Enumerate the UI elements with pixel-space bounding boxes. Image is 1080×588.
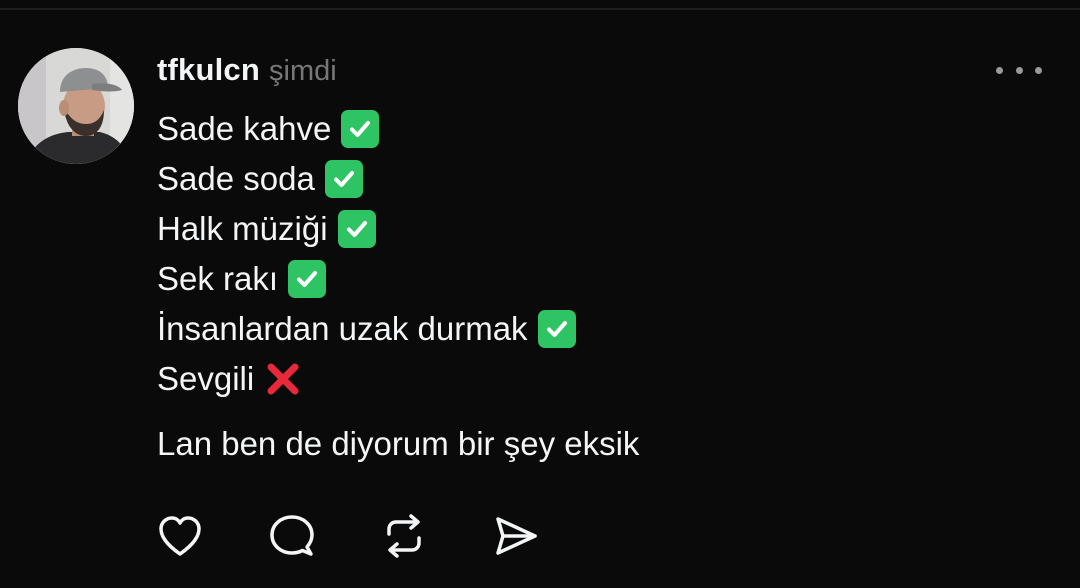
check-mark-button-icon — [324, 160, 363, 198]
list-item-text: Halk müziği — [157, 210, 328, 247]
timestamp: şimdi — [269, 55, 337, 87]
repost-icon — [387, 514, 421, 558]
send-icon — [496, 517, 537, 555]
profile-photo-icon — [18, 48, 134, 164]
list-item-text: Sade kahve — [157, 110, 332, 147]
more-options-icon — [996, 66, 1003, 74]
check-mark-button-icon — [337, 210, 376, 248]
top-divider — [0, 8, 1080, 10]
username[interactable]: tfkulcn — [157, 52, 260, 88]
list-item-text: Sade soda — [157, 160, 315, 197]
check-mark-button-icon — [341, 110, 380, 148]
more-options-dot — [1035, 66, 1042, 74]
check-mark-button-icon — [288, 260, 327, 298]
list-item: İnsanlardan uzak durmak — [157, 304, 1037, 354]
check-mark-button-icon — [537, 310, 576, 348]
post-body: Sade kahve Sade soda Halk müziği Sek rak… — [157, 104, 1037, 404]
list-item: Sade kahve — [157, 104, 1037, 154]
comment-button[interactable] — [269, 512, 381, 560]
closing-line: Lan ben de diyorum bir şey eksik — [157, 425, 640, 462]
list-item-text: İnsanlardan uzak durmak — [157, 310, 528, 347]
share-button[interactable] — [493, 512, 605, 560]
more-options-button[interactable] — [996, 56, 1042, 84]
list-item: Sade soda — [157, 154, 1037, 204]
post-actions — [157, 512, 605, 560]
heart-icon — [159, 516, 201, 556]
more-options-dot — [1015, 66, 1023, 74]
list-item: Halk müziği — [157, 204, 1037, 254]
post-header: tfkulcn şimdi — [157, 52, 337, 88]
avatar[interactable] — [18, 48, 134, 164]
list-item: Sevgili — [157, 354, 1037, 404]
like-button[interactable] — [157, 512, 269, 560]
list-item: Sek rakı — [157, 254, 1037, 304]
comment-bubble-icon — [270, 515, 314, 556]
list-item-text: Sek rakı — [157, 260, 279, 297]
repost-button[interactable] — [381, 512, 493, 560]
list-item-text: Sevgili — [157, 360, 255, 397]
cross-mark-icon — [264, 360, 302, 398]
